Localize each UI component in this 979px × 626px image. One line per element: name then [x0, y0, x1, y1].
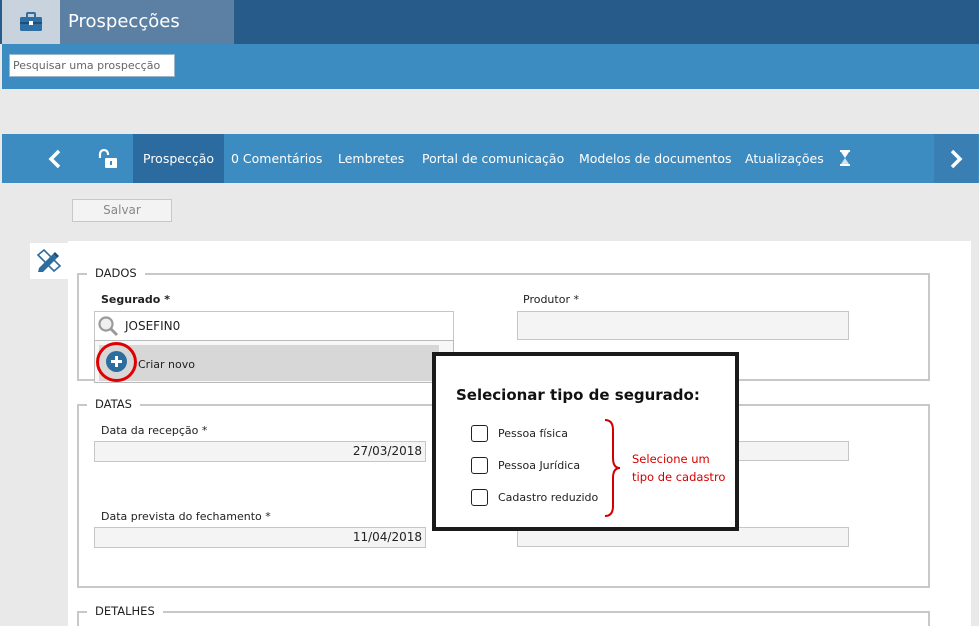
- detalhes-section: [77, 611, 930, 626]
- checkbox[interactable]: [471, 489, 488, 506]
- dados-legend: DADOS: [87, 266, 145, 280]
- option-label: Pessoa Jurídica: [498, 459, 581, 472]
- option-label: Cadastro reduzido: [498, 491, 599, 504]
- segurado-value: JOSEFIN0: [125, 319, 181, 333]
- annotation-note-line1: Selecione um: [632, 452, 710, 466]
- edit-form-button[interactable]: [30, 243, 68, 279]
- hourglass-icon[interactable]: [839, 150, 851, 170]
- highlight-circle: [96, 342, 137, 382]
- modal-title: Selecionar tipo de segurado:: [456, 386, 700, 404]
- segurado-field[interactable]: JOSEFIN0: [94, 311, 454, 341]
- pencil-ruler-icon: [36, 249, 62, 273]
- produtor-label: Produtor *: [523, 293, 579, 306]
- create-new-label: Criar novo: [138, 358, 195, 371]
- checkbox[interactable]: [471, 425, 488, 442]
- fechamento-field[interactable]: 11/04/2018: [94, 527, 426, 548]
- briefcase-icon: [20, 12, 42, 31]
- chevron-left-icon: [48, 149, 61, 168]
- tab-comentarios[interactable]: 0 Comentários: [231, 134, 322, 183]
- unlock-icon: [98, 148, 117, 168]
- tab-prospeccao[interactable]: Prospecção: [133, 134, 225, 183]
- segurado-type-modal: Selecionar tipo de segurado: Pessoa físi…: [432, 352, 739, 531]
- fechamento-label: Data prevista do fechamento *: [101, 510, 271, 523]
- home-button[interactable]: [2, 0, 60, 44]
- tab-portal-comunicacao[interactable]: Portal de comunicação: [422, 134, 564, 183]
- search-icon: [98, 316, 119, 337]
- nav-next-button[interactable]: [934, 134, 978, 183]
- recepcao-field[interactable]: 27/03/2018: [94, 441, 426, 462]
- segurado-label: Segurado *: [101, 293, 170, 306]
- checkbox[interactable]: [471, 457, 488, 474]
- datas-legend: DATAS: [87, 397, 140, 411]
- option-label: Pessoa física: [498, 427, 568, 440]
- tab-lembretes[interactable]: Lembretes: [338, 134, 404, 183]
- fechamento-value: 11/04/2018: [352, 530, 422, 544]
- annotation-note-line2: tipo de cadastro: [632, 470, 726, 484]
- create-new-option[interactable]: Criar novo: [99, 345, 439, 381]
- segurado-dropdown: Criar novo: [94, 340, 454, 383]
- recepcao-value: 27/03/2018: [352, 444, 422, 458]
- tab-bar: Prospecção 0 Comentários Lembretes Porta…: [2, 134, 979, 183]
- detalhes-legend: DETALHES: [87, 604, 163, 618]
- unlock-button[interactable]: [80, 134, 135, 183]
- save-button[interactable]: Salvar: [72, 199, 172, 222]
- curly-brace-annotation: [604, 419, 621, 517]
- produtor-field[interactable]: [517, 311, 849, 340]
- app-header: Prospecções: [0, 0, 979, 44]
- tab-modelos-documentos[interactable]: Modelos de documentos: [579, 134, 732, 183]
- page-title: Prospecções: [68, 11, 180, 32]
- recepcao-label: Data da recepção *: [101, 424, 208, 437]
- chevron-right-icon: [950, 149, 963, 168]
- search-input[interactable]: [9, 54, 175, 77]
- nav-prev-button[interactable]: [33, 134, 77, 183]
- search-bar: [2, 44, 979, 89]
- tab-atualizacoes[interactable]: Atualizações: [745, 134, 824, 183]
